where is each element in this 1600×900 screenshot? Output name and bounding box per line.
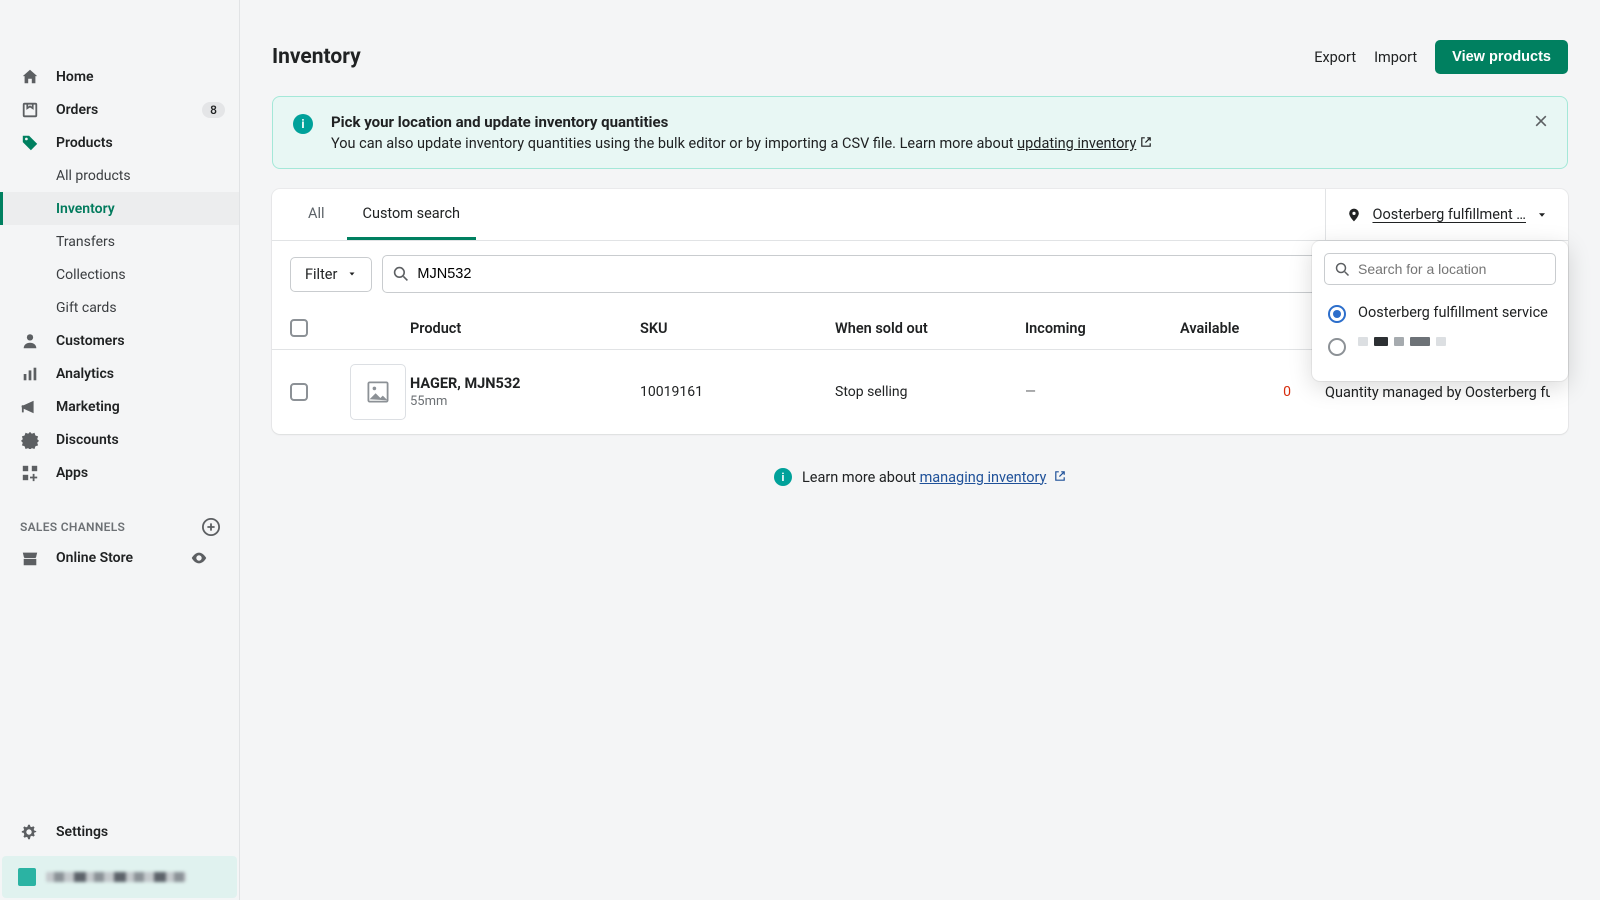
- gear-icon: [20, 823, 40, 841]
- col-when-sold-out: When sold out: [835, 320, 1025, 337]
- sidebar-item-orders[interactable]: Orders 8: [0, 93, 239, 126]
- megaphone-icon: [20, 397, 40, 417]
- sidebar-sub-inventory[interactable]: Inventory: [0, 192, 239, 225]
- col-product: Product: [410, 320, 640, 337]
- sidebar-item-label: Products: [56, 135, 225, 151]
- sidebar-item-label: Marketing: [56, 399, 225, 415]
- sidebar-item-apps[interactable]: Apps: [0, 456, 239, 489]
- user-icon: [20, 331, 40, 351]
- add-channel-button[interactable]: [201, 517, 221, 537]
- tab-all[interactable]: All: [292, 189, 341, 240]
- col-sku: SKU: [640, 320, 835, 337]
- cell-available: 0: [1180, 384, 1325, 400]
- search-icon: [1335, 262, 1350, 277]
- location-option[interactable]: [1324, 330, 1556, 363]
- chevron-down-icon: [347, 269, 357, 279]
- search-input[interactable]: [409, 266, 1417, 282]
- sidebar: Home Orders 8 Products All products Inve…: [0, 0, 240, 900]
- sidebar-item-label: Apps: [56, 465, 225, 481]
- banner-link[interactable]: updating inventory: [1017, 135, 1136, 152]
- sidebar-sub-allproducts[interactable]: All products: [0, 159, 239, 192]
- banner-close-button[interactable]: [1529, 109, 1553, 133]
- sidebar-item-marketing[interactable]: Marketing: [0, 390, 239, 423]
- col-incoming: Incoming: [1025, 320, 1180, 337]
- pin-icon: [1346, 207, 1362, 223]
- chevron-down-icon: [1536, 209, 1548, 221]
- main-content: Inventory Export Import View products i …: [240, 0, 1600, 900]
- sidebar-item-home[interactable]: Home: [0, 60, 239, 93]
- product-image-placeholder: [350, 364, 406, 420]
- home-icon: [20, 67, 40, 87]
- location-search[interactable]: [1324, 253, 1556, 285]
- col-available: Available: [1180, 320, 1325, 337]
- search-input-wrap[interactable]: [382, 255, 1428, 293]
- cell-when-sold-out: Stop selling: [835, 384, 1025, 400]
- external-link-icon: [1054, 470, 1066, 482]
- apps-icon: [20, 463, 40, 483]
- info-icon: i: [293, 114, 313, 134]
- sidebar-item-label: Customers: [56, 333, 225, 349]
- orders-icon: [20, 100, 40, 120]
- cell-incoming: —: [1025, 384, 1180, 400]
- sidebar-item-label: Discounts: [56, 432, 225, 448]
- row-checkbox[interactable]: [290, 383, 308, 401]
- sidebar-item-products[interactable]: Products: [0, 126, 239, 159]
- sidebar-item-label: Orders: [56, 102, 202, 118]
- sidebar-item-settings[interactable]: Settings: [0, 810, 239, 854]
- redacted-option-label: [1358, 337, 1446, 346]
- banner-title: Pick your location and update inventory …: [331, 113, 1152, 131]
- sidebar-sub-transfers[interactable]: Transfers: [0, 225, 239, 258]
- store-icon: [20, 548, 40, 568]
- sidebar-sub-collections[interactable]: Collections: [0, 258, 239, 291]
- sales-channels-heading: SALES CHANNELS: [0, 513, 239, 541]
- info-banner: i Pick your location and update inventor…: [272, 96, 1568, 169]
- sidebar-item-customers[interactable]: Customers: [0, 324, 239, 357]
- sidebar-item-label: Online Store: [56, 550, 189, 566]
- analytics-icon: [20, 364, 40, 384]
- banner-text: You can also update inventory quantities…: [331, 135, 1152, 152]
- sidebar-item-discounts[interactable]: Discounts: [0, 423, 239, 456]
- sidebar-item-analytics[interactable]: Analytics: [0, 357, 239, 390]
- orders-badge: 8: [202, 102, 225, 118]
- tab-custom-search[interactable]: Custom search: [347, 189, 477, 240]
- inventory-card: All Custom search Oosterberg fulfillment…: [272, 189, 1568, 434]
- search-icon: [393, 266, 409, 282]
- cell-qty-message: Quantity managed by Oosterberg fulfillme…: [1325, 384, 1550, 401]
- location-selector[interactable]: Oosterberg fulfillment …: [1325, 189, 1568, 240]
- export-button[interactable]: Export: [1314, 49, 1356, 66]
- eye-icon[interactable]: [189, 548, 209, 568]
- import-button[interactable]: Import: [1374, 49, 1417, 66]
- product-variant: 55mm: [410, 394, 640, 409]
- managing-inventory-link[interactable]: managing inventory: [920, 469, 1047, 486]
- location-popover: Oosterberg fulfillment service: [1312, 241, 1568, 381]
- radio-icon: [1328, 338, 1346, 356]
- radio-icon: [1328, 305, 1346, 323]
- filter-button[interactable]: Filter: [290, 257, 372, 292]
- info-icon: i: [774, 468, 792, 486]
- store-footer[interactable]: [2, 856, 237, 898]
- view-products-button[interactable]: View products: [1435, 40, 1568, 74]
- discount-icon: [20, 430, 40, 450]
- store-avatar: [18, 868, 36, 886]
- external-link-icon: [1140, 136, 1152, 148]
- sidebar-sub-giftcards[interactable]: Gift cards: [0, 291, 239, 324]
- location-option[interactable]: Oosterberg fulfillment service: [1324, 297, 1556, 330]
- sidebar-item-onlinestore[interactable]: Online Store: [0, 541, 239, 574]
- store-name-placeholder: [46, 872, 186, 882]
- product-name: HAGER, MJN532: [410, 375, 640, 392]
- learn-more-footer: i Learn more about managing inventory: [272, 468, 1568, 486]
- sidebar-item-label: Home: [56, 69, 225, 85]
- cell-sku: 10019161: [640, 384, 835, 400]
- sidebar-item-label: Analytics: [56, 366, 225, 382]
- tag-icon: [20, 133, 40, 153]
- page-title: Inventory: [272, 45, 361, 69]
- location-search-input[interactable]: [1358, 261, 1545, 277]
- select-all-checkbox[interactable]: [290, 319, 308, 337]
